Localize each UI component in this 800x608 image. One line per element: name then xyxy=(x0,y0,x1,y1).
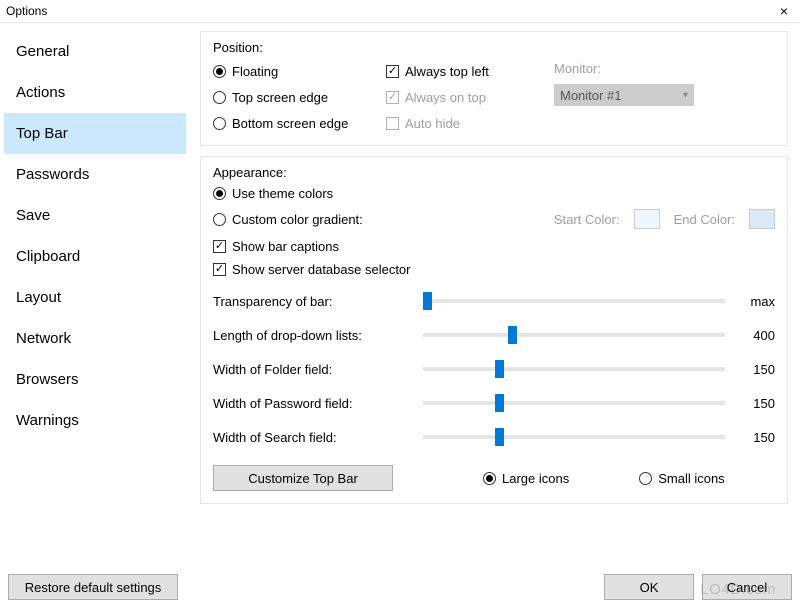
sidebar-item-warnings[interactable]: Warnings xyxy=(4,400,186,441)
slider-track[interactable] xyxy=(423,393,725,413)
slider-folder-width: Width of Folder field: 150 xyxy=(213,359,775,379)
slider-track[interactable] xyxy=(423,291,725,311)
position-title: Position: xyxy=(213,40,775,55)
radio-large-icons[interactable]: Large icons xyxy=(483,468,569,488)
radio-custom-gradient[interactable]: Custom color gradient: Start Color: End … xyxy=(213,209,775,229)
slider-thumb[interactable] xyxy=(495,394,504,412)
check-show-selector[interactable]: Show server database selector xyxy=(213,262,775,277)
sidebar-item-network[interactable]: Network xyxy=(4,318,186,359)
sidebar-item-layout[interactable]: Layout xyxy=(4,277,186,318)
slider-search-width: Width of Search field: 150 xyxy=(213,427,775,447)
sidebar-item-passwords[interactable]: Passwords xyxy=(4,154,186,195)
check-icon xyxy=(386,65,399,78)
titlebar: Options × xyxy=(0,0,800,23)
radio-icon xyxy=(213,91,226,104)
radio-bottom-edge[interactable]: Bottom screen edge xyxy=(213,113,368,133)
radio-icon xyxy=(639,472,652,485)
cancel-button[interactable]: Cancel xyxy=(702,574,792,600)
check-icon xyxy=(386,117,399,130)
sidebar: General Actions Top Bar Passwords Save C… xyxy=(0,23,190,571)
radio-icon xyxy=(213,187,226,200)
radio-top-edge[interactable]: Top screen edge xyxy=(213,87,368,107)
end-color-swatch xyxy=(749,209,775,229)
monitor-label: Monitor: xyxy=(554,61,775,76)
slider-thumb[interactable] xyxy=(508,326,517,344)
radio-icon xyxy=(213,65,226,78)
gradient-colors: Start Color: End Color: xyxy=(554,209,775,229)
slider-thumb[interactable] xyxy=(423,292,432,310)
check-icon xyxy=(386,91,399,104)
start-color-label: Start Color: xyxy=(554,212,620,227)
window-title: Options xyxy=(6,4,47,18)
sidebar-item-top-bar[interactable]: Top Bar xyxy=(4,113,186,154)
close-icon[interactable]: × xyxy=(776,3,792,19)
end-color-label: End Color: xyxy=(674,212,735,227)
sidebar-item-save[interactable]: Save xyxy=(4,195,186,236)
restore-defaults-button[interactable]: Restore default settings xyxy=(8,574,178,600)
slider-transparency: Transparency of bar: max xyxy=(213,291,775,311)
slider-password-width: Width of Password field: 150 xyxy=(213,393,775,413)
sidebar-item-general[interactable]: General xyxy=(4,31,186,72)
slider-dropdown-length: Length of drop-down lists: 400 xyxy=(213,325,775,345)
slider-thumb[interactable] xyxy=(495,428,504,446)
radio-small-icons[interactable]: Small icons xyxy=(639,468,724,488)
slider-thumb[interactable] xyxy=(495,360,504,378)
slider-track[interactable] xyxy=(423,359,725,379)
check-auto-hide: Auto hide xyxy=(386,113,536,133)
slider-track[interactable] xyxy=(423,325,725,345)
sidebar-item-actions[interactable]: Actions xyxy=(4,72,186,113)
check-always-top-left[interactable]: Always top left xyxy=(386,61,536,81)
customize-top-bar-button[interactable]: Customize Top Bar xyxy=(213,465,393,491)
slider-track[interactable] xyxy=(423,427,725,447)
icon-row: Customize Top Bar Large icons Small icon… xyxy=(213,465,775,491)
start-color-swatch xyxy=(634,209,660,229)
body: General Actions Top Bar Passwords Save C… xyxy=(0,23,800,571)
radio-icon xyxy=(483,472,496,485)
check-show-captions[interactable]: Show bar captions xyxy=(213,239,775,254)
check-icon xyxy=(213,263,226,276)
position-group: Position: Floating Top screen edge Botto… xyxy=(200,31,788,146)
sidebar-item-clipboard[interactable]: Clipboard xyxy=(4,236,186,277)
radio-floating[interactable]: Floating xyxy=(213,61,368,81)
radio-icon xyxy=(213,117,226,130)
radio-icon xyxy=(213,213,226,226)
ok-button[interactable]: OK xyxy=(604,574,694,600)
check-icon xyxy=(213,240,226,253)
sidebar-item-browsers[interactable]: Browsers xyxy=(4,359,186,400)
chevron-down-icon: ▾ xyxy=(683,90,688,101)
content: Position: Floating Top screen edge Botto… xyxy=(190,23,800,571)
radio-use-theme[interactable]: Use theme colors xyxy=(213,186,775,201)
appearance-group: Appearance: Use theme colors Custom colo… xyxy=(200,156,788,504)
check-always-on-top: Always on top xyxy=(386,87,536,107)
appearance-title: Appearance: xyxy=(213,165,775,180)
monitor-dropdown: Monitor #1 ▾ xyxy=(554,84,694,106)
footer: Restore default settings OK Cancel xyxy=(8,574,792,600)
